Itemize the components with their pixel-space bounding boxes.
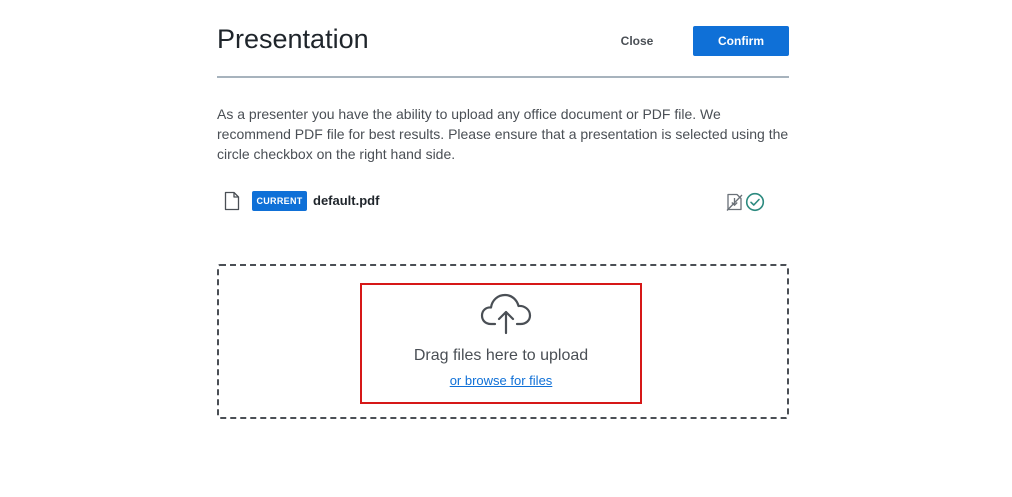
cloud-upload-icon: [479, 291, 533, 335]
confirm-button[interactable]: Confirm: [693, 26, 789, 56]
checkmark-circle-icon[interactable]: [745, 192, 765, 212]
upload-target-area[interactable]: Drag files here to upload or browse for …: [360, 283, 642, 404]
download-disabled-icon[interactable]: [725, 192, 745, 212]
file-list-item: CURRENT default.pdf: [217, 188, 789, 214]
browse-files-link[interactable]: or browse for files: [362, 373, 640, 388]
presentation-modal: Presentation Close Confirm As a presente…: [217, 0, 789, 419]
current-badge: CURRENT: [252, 191, 307, 211]
modal-title: Presentation: [217, 24, 369, 54]
file-icon: [224, 191, 240, 211]
dropzone-text: Drag files here to upload: [413, 347, 589, 364]
close-button[interactable]: Close: [610, 26, 664, 56]
upload-description: As a presenter you have the ability to u…: [217, 106, 789, 162]
upload-dropzone[interactable]: Drag files here to upload or browse for …: [217, 264, 789, 419]
file-name: default.pdf: [313, 193, 380, 208]
modal-header: Presentation Close Confirm: [217, 0, 789, 78]
